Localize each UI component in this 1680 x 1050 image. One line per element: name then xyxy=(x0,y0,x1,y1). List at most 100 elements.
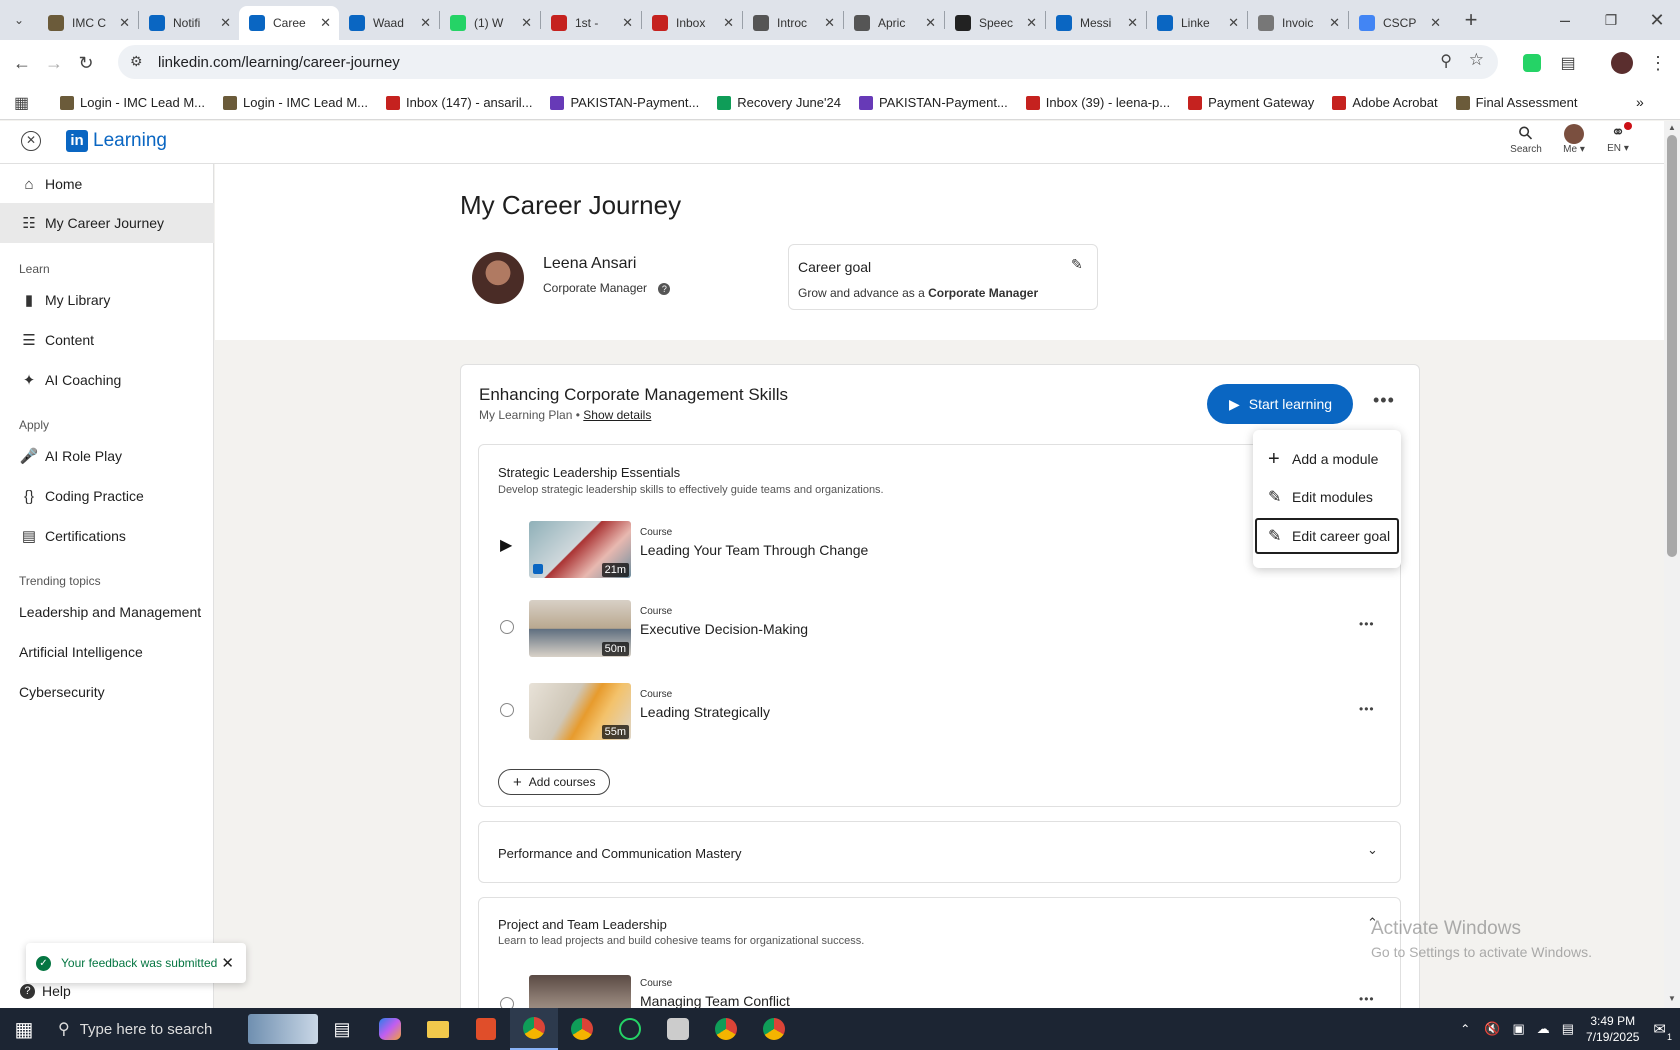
course-more-icon[interactable]: ••• xyxy=(1359,617,1375,631)
bookmark-item[interactable]: PAKISTAN-Payment... xyxy=(550,95,699,110)
plan-more-icon[interactable]: ••• xyxy=(1373,390,1395,411)
course-thumbnail[interactable]: 21m xyxy=(529,521,631,578)
sidebar-item-my-career-journey[interactable]: ☷ My Career Journey xyxy=(0,203,214,243)
chrome-menu-icon[interactable]: ⋮ xyxy=(1642,47,1674,79)
edit-goal-pencil-icon[interactable]: ✎ xyxy=(1071,256,1083,273)
bookmark-item[interactable]: PAKISTAN-Payment... xyxy=(858,95,1008,110)
chrome-icon[interactable] xyxy=(702,1018,750,1040)
close-tab-icon[interactable]: ✕ xyxy=(1127,15,1138,31)
browser-tab[interactable]: Waad ✕ xyxy=(339,7,439,39)
chrome-icon[interactable] xyxy=(558,1018,606,1040)
close-tab-icon[interactable]: ✕ xyxy=(723,15,734,31)
course-thumbnail[interactable]: 50m xyxy=(529,600,631,657)
extension-whatsapp-icon[interactable] xyxy=(1516,47,1548,79)
sidebar-item-certifications[interactable]: ▤ Certifications xyxy=(0,516,214,556)
browser-tab[interactable]: Apric ✕ xyxy=(844,7,944,39)
clock[interactable]: 3:49 PM 7/19/2025 xyxy=(1586,1013,1639,1045)
close-tab-icon[interactable]: ✕ xyxy=(119,15,130,31)
apps-grid-icon[interactable]: ▦ xyxy=(14,93,40,113)
forward-icon[interactable]: → xyxy=(38,47,70,79)
copilot-icon[interactable] xyxy=(366,1018,414,1040)
close-tab-icon[interactable]: ✕ xyxy=(622,15,633,31)
browser-tab[interactable]: IMC C ✕ xyxy=(38,7,138,39)
browser-tab[interactable]: Caree ✕ xyxy=(239,6,339,40)
browser-tab[interactable]: Invoic ✕ xyxy=(1248,7,1348,39)
sidebar-item-my-library[interactable]: ▮ My Library xyxy=(0,280,214,320)
close-circle-icon[interactable]: ✕ xyxy=(21,131,41,151)
browser-tab[interactable]: Inbox ✕ xyxy=(642,7,742,39)
course-row[interactable]: 50m Course Executive Decision-Making ••• xyxy=(479,598,1400,668)
close-window-icon[interactable]: ✕ xyxy=(1634,4,1680,36)
zoom-icon[interactable]: ⚲ xyxy=(1440,51,1452,71)
menu-item-add-module[interactable]: + Add a module xyxy=(1255,442,1399,476)
meet-now-icon[interactable]: ▣ xyxy=(1512,1021,1524,1037)
restore-icon[interactable]: ❐ xyxy=(1588,4,1634,36)
bookmark-item[interactable]: Login - IMC Lead M... xyxy=(60,95,205,110)
close-tab-icon[interactable]: ✕ xyxy=(925,15,936,31)
taskbar-search[interactable]: ⚲ Type here to search xyxy=(48,1008,248,1050)
start-learning-button[interactable]: ▶ Start learning xyxy=(1207,384,1353,424)
notifications-icon[interactable]: ✉ 1 xyxy=(1653,1020,1672,1042)
scrollbar-thumb[interactable] xyxy=(1667,135,1677,557)
play-course-icon[interactable]: ▶ xyxy=(500,535,512,555)
bookmark-star-icon[interactable]: ☆ xyxy=(1469,50,1484,70)
browser-tab[interactable]: Speec ✕ xyxy=(945,7,1045,39)
header-search-button[interactable]: ⚲ Search xyxy=(1504,121,1548,155)
close-tab-icon[interactable]: ✕ xyxy=(521,15,532,31)
sidebar-item-home[interactable]: ⌂ Home xyxy=(0,164,214,204)
course-title[interactable]: Leading Your Team Through Change xyxy=(640,542,868,558)
course-title[interactable]: Leading Strategically xyxy=(640,704,770,720)
new-tab-button[interactable]: + xyxy=(1455,4,1487,36)
trending-topic-cybersecurity[interactable]: Cybersecurity xyxy=(19,684,105,700)
linkedin-logo[interactable]: in xyxy=(66,130,88,152)
close-toast-icon[interactable]: ✕ xyxy=(221,954,234,972)
sidebar-item-content[interactable]: ☰ Content xyxy=(0,320,214,360)
close-tab-icon[interactable]: ✕ xyxy=(1228,15,1239,31)
scroll-up-arrow[interactable]: ▲ xyxy=(1668,123,1676,132)
app-icon-taskbar[interactable] xyxy=(654,1018,702,1040)
onedrive-icon[interactable]: ☁ xyxy=(1537,1021,1550,1037)
close-tab-icon[interactable]: ✕ xyxy=(320,15,331,31)
close-tab-icon[interactable]: ✕ xyxy=(1026,15,1037,31)
close-tab-icon[interactable]: ✕ xyxy=(824,15,835,31)
network-icon[interactable]: ▤ xyxy=(1562,1021,1574,1037)
chevron-down-icon[interactable]: ⌄ xyxy=(1367,842,1378,858)
browser-tab[interactable]: Notifi ✕ xyxy=(139,7,239,39)
me-menu-button[interactable]: Me ▾ xyxy=(1554,123,1594,155)
trending-topic-ai[interactable]: Artificial Intelligence xyxy=(19,644,143,660)
sidebar-item-ai-role-play[interactable]: 🎤 AI Role Play xyxy=(0,436,214,476)
chrome-icon[interactable] xyxy=(750,1018,798,1040)
course-more-icon[interactable]: ••• xyxy=(1359,702,1375,716)
course-row[interactable]: Course Managing Team Conflict ••• xyxy=(479,975,1400,1008)
browser-tab[interactable]: Linke ✕ xyxy=(1147,7,1247,39)
menu-item-edit-career-goal[interactable]: ✎ Edit career goal xyxy=(1255,518,1399,554)
back-icon[interactable]: ← xyxy=(6,47,38,79)
language-button[interactable]: ⚭ EN ▾ xyxy=(1598,122,1638,154)
chrome-icon[interactable] xyxy=(510,1008,558,1050)
course-checkbox[interactable] xyxy=(500,620,514,634)
bookmark-item[interactable]: Payment Gateway xyxy=(1188,95,1314,110)
close-tab-icon[interactable]: ✕ xyxy=(220,15,231,31)
volume-muted-icon[interactable]: 🔇 xyxy=(1484,1021,1500,1037)
browser-tab[interactable]: 1st - ✕ xyxy=(541,7,641,39)
minimize-icon[interactable]: – xyxy=(1542,4,1588,36)
sidebar-item-coding-practice[interactable]: {} Coding Practice xyxy=(0,476,214,516)
scroll-down-arrow[interactable]: ▼ xyxy=(1668,994,1676,1003)
bookmark-item[interactable]: Recovery June'24 xyxy=(717,95,841,110)
sidebar-item-ai-coaching[interactable]: ✦ AI Coaching xyxy=(0,360,214,400)
page-scrollbar[interactable]: ▲ ▼ xyxy=(1664,121,1680,1008)
info-icon[interactable]: ? xyxy=(658,283,671,295)
address-bar[interactable]: ⚙ linkedin.com/learning/career-journey ⚲… xyxy=(118,45,1498,79)
profile-avatar-icon[interactable] xyxy=(1606,47,1638,79)
close-tab-icon[interactable]: ✕ xyxy=(1430,15,1441,31)
bookmark-overflow-icon[interactable]: » xyxy=(1636,94,1644,110)
menu-item-edit-modules[interactable]: ✎ Edit modules xyxy=(1255,480,1399,514)
module-performance-communication[interactable]: Performance and Communication Mastery ⌄ xyxy=(478,821,1401,883)
whatsapp-icon[interactable] xyxy=(606,1018,654,1040)
bookmark-item[interactable]: Login - IMC Lead M... xyxy=(223,95,368,110)
app-icon-taskbar[interactable] xyxy=(462,1018,510,1040)
course-checkbox[interactable] xyxy=(500,703,514,717)
browser-tab[interactable]: Messi ✕ xyxy=(1046,7,1146,39)
file-explorer-icon[interactable] xyxy=(414,1020,462,1038)
trending-topic-leadership[interactable]: Leadership and Management xyxy=(19,604,201,620)
